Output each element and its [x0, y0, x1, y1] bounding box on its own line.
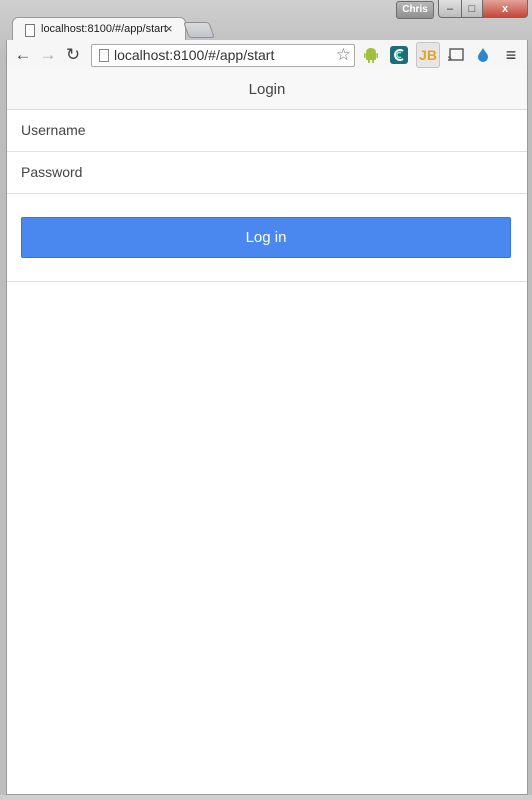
close-window-button[interactable]: x: [483, 0, 528, 18]
bookmark-star-icon[interactable]: ☆: [336, 45, 351, 65]
page-icon: [99, 49, 109, 62]
app-header: Login: [7, 70, 527, 110]
page-viewport: Login Log in: [6, 70, 528, 795]
jb-label: JB: [419, 47, 437, 63]
browser-tab[interactable]: localhost:8100/#/app/start ×: [12, 17, 186, 42]
page-icon: [25, 24, 35, 37]
reload-button[interactable]: ↻: [63, 45, 83, 65]
android-icon[interactable]: [361, 45, 381, 65]
title-bar: Chris – □ x localhost:8100/#/app/start ×: [0, 0, 532, 42]
username-input[interactable]: [21, 110, 511, 150]
browser-window: Chris – □ x localhost:8100/#/app/start ×…: [0, 0, 532, 800]
cast-icon[interactable]: [446, 45, 466, 65]
login-button[interactable]: Log in: [21, 217, 511, 258]
browser-toolbar: ← → ↻ localhost:8100/#/app/start ☆ JB ≡: [6, 40, 528, 70]
new-tab-button[interactable]: [183, 22, 215, 38]
password-input[interactable]: [21, 152, 511, 192]
password-row: [7, 152, 527, 194]
page-title: Login: [248, 81, 286, 98]
tab-close-icon[interactable]: ×: [165, 21, 173, 36]
profile-badge[interactable]: Chris: [396, 1, 434, 19]
tab-title: localhost:8100/#/app/start: [41, 23, 167, 35]
url-text[interactable]: localhost:8100/#/app/start: [114, 47, 274, 63]
username-row: [7, 110, 527, 152]
back-button[interactable]: ←: [13, 45, 33, 65]
window-controls: – □ x: [438, 0, 528, 18]
forward-button[interactable]: →: [38, 45, 58, 65]
window-bottom-border: [0, 795, 532, 800]
login-button-area: Log in: [7, 194, 527, 282]
address-bar[interactable]: localhost:8100/#/app/start ☆: [91, 44, 355, 67]
drop-icon[interactable]: [473, 45, 493, 65]
minimize-button[interactable]: –: [438, 0, 462, 18]
maximize-button[interactable]: □: [462, 0, 483, 18]
c-extension-icon[interactable]: [389, 45, 409, 65]
browser-menu-icon[interactable]: ≡: [501, 45, 521, 65]
jb-icon[interactable]: JB: [416, 42, 440, 68]
